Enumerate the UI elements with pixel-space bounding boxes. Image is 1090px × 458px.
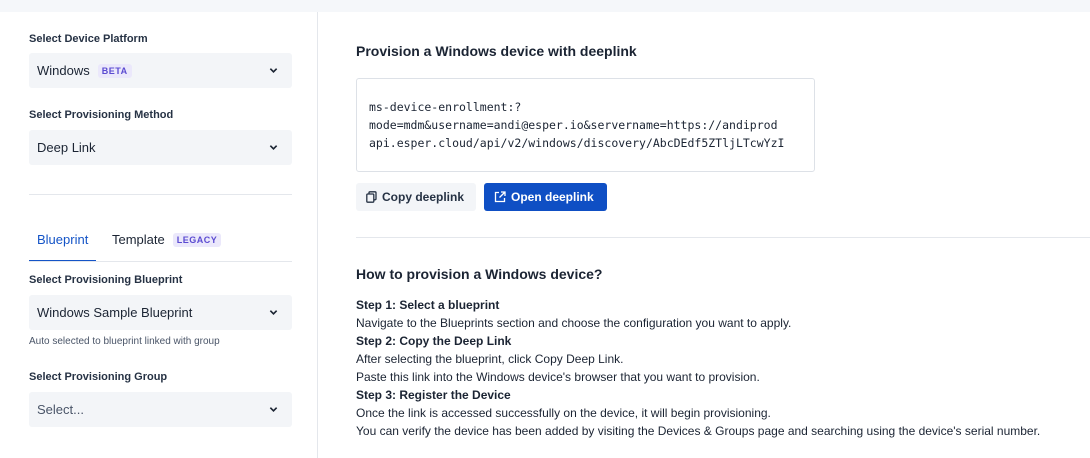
left-panel: Select Device Platform Windows BETA Sele… — [0, 12, 318, 458]
step-text: Paste this link into the Windows device'… — [356, 370, 760, 384]
step-title: Step 3: Register the Device — [356, 388, 511, 402]
tab-bar: Blueprint Template LEGACY — [29, 229, 292, 262]
platform-select[interactable]: Windows BETA — [29, 53, 292, 88]
open-deeplink-button[interactable]: Open deeplink — [484, 183, 607, 211]
tab-template-label: Template — [112, 232, 165, 247]
deeplink-line: api.esper.cloud/api/v2/windows/discovery… — [369, 136, 785, 150]
group-select[interactable]: Select... — [29, 392, 292, 427]
chevron-down-icon — [269, 145, 278, 150]
tabs-underline — [29, 261, 292, 262]
deeplink-line: ms-device-enrollment:? — [369, 100, 522, 114]
top-bar — [0, 0, 1090, 12]
group-placeholder: Select... — [37, 402, 84, 417]
copy-deeplink-button[interactable]: Copy deeplink — [356, 183, 476, 211]
page-title: Provision a Windows device with deeplink — [356, 43, 637, 59]
tab-blueprint[interactable]: Blueprint — [29, 229, 97, 262]
step-title: Step 1: Select a blueprint — [356, 298, 500, 312]
step-title: Step 2: Copy the Deep Link — [356, 334, 512, 348]
tab-template[interactable]: Template LEGACY — [104, 229, 229, 262]
method-value: Deep Link — [37, 140, 96, 155]
method-select[interactable]: Deep Link — [29, 130, 292, 165]
step-text: You can verify the device has been added… — [356, 424, 1041, 438]
tab-blueprint-label: Blueprint — [37, 232, 89, 247]
legacy-badge: LEGACY — [172, 233, 222, 247]
copy-deeplink-label: Copy deeplink — [382, 190, 465, 204]
deeplink-box[interactable]: ms-device-enrollment:? mode=mdm&username… — [356, 78, 815, 172]
howto-title: How to provision a Windows device? — [356, 266, 603, 282]
blueprint-value: Windows Sample Blueprint — [37, 305, 193, 320]
step-text: Navigate to the Blueprints section and c… — [356, 316, 792, 330]
platform-label: Select Device Platform — [29, 33, 148, 45]
chevron-down-icon — [269, 310, 278, 315]
open-deeplink-label: Open deeplink — [511, 190, 594, 204]
copy-icon — [366, 191, 377, 203]
beta-badge: BETA — [97, 63, 132, 78]
chevron-down-icon — [269, 68, 278, 73]
blueprint-select[interactable]: Windows Sample Blueprint — [29, 295, 292, 330]
blueprint-label: Select Provisioning Blueprint — [29, 274, 183, 286]
method-label: Select Provisioning Method — [29, 109, 174, 121]
platform-value: Windows — [37, 63, 90, 78]
group-label: Select Provisioning Group — [29, 371, 168, 383]
chevron-down-icon — [269, 407, 278, 412]
blueprint-hint: Auto selected to blueprint linked with g… — [29, 336, 220, 347]
section-divider — [29, 194, 292, 195]
steps-list: Step 1: Select a blueprint Navigate to t… — [356, 296, 1090, 440]
section-divider — [356, 237, 1090, 238]
deeplink-line: mode=mdm&username=andi@esper.io&serverna… — [369, 118, 778, 132]
step-text: Once the link is accessed successfully o… — [356, 406, 771, 420]
external-link-icon — [494, 191, 506, 203]
step-text: After selecting the blueprint, click Cop… — [356, 352, 624, 366]
